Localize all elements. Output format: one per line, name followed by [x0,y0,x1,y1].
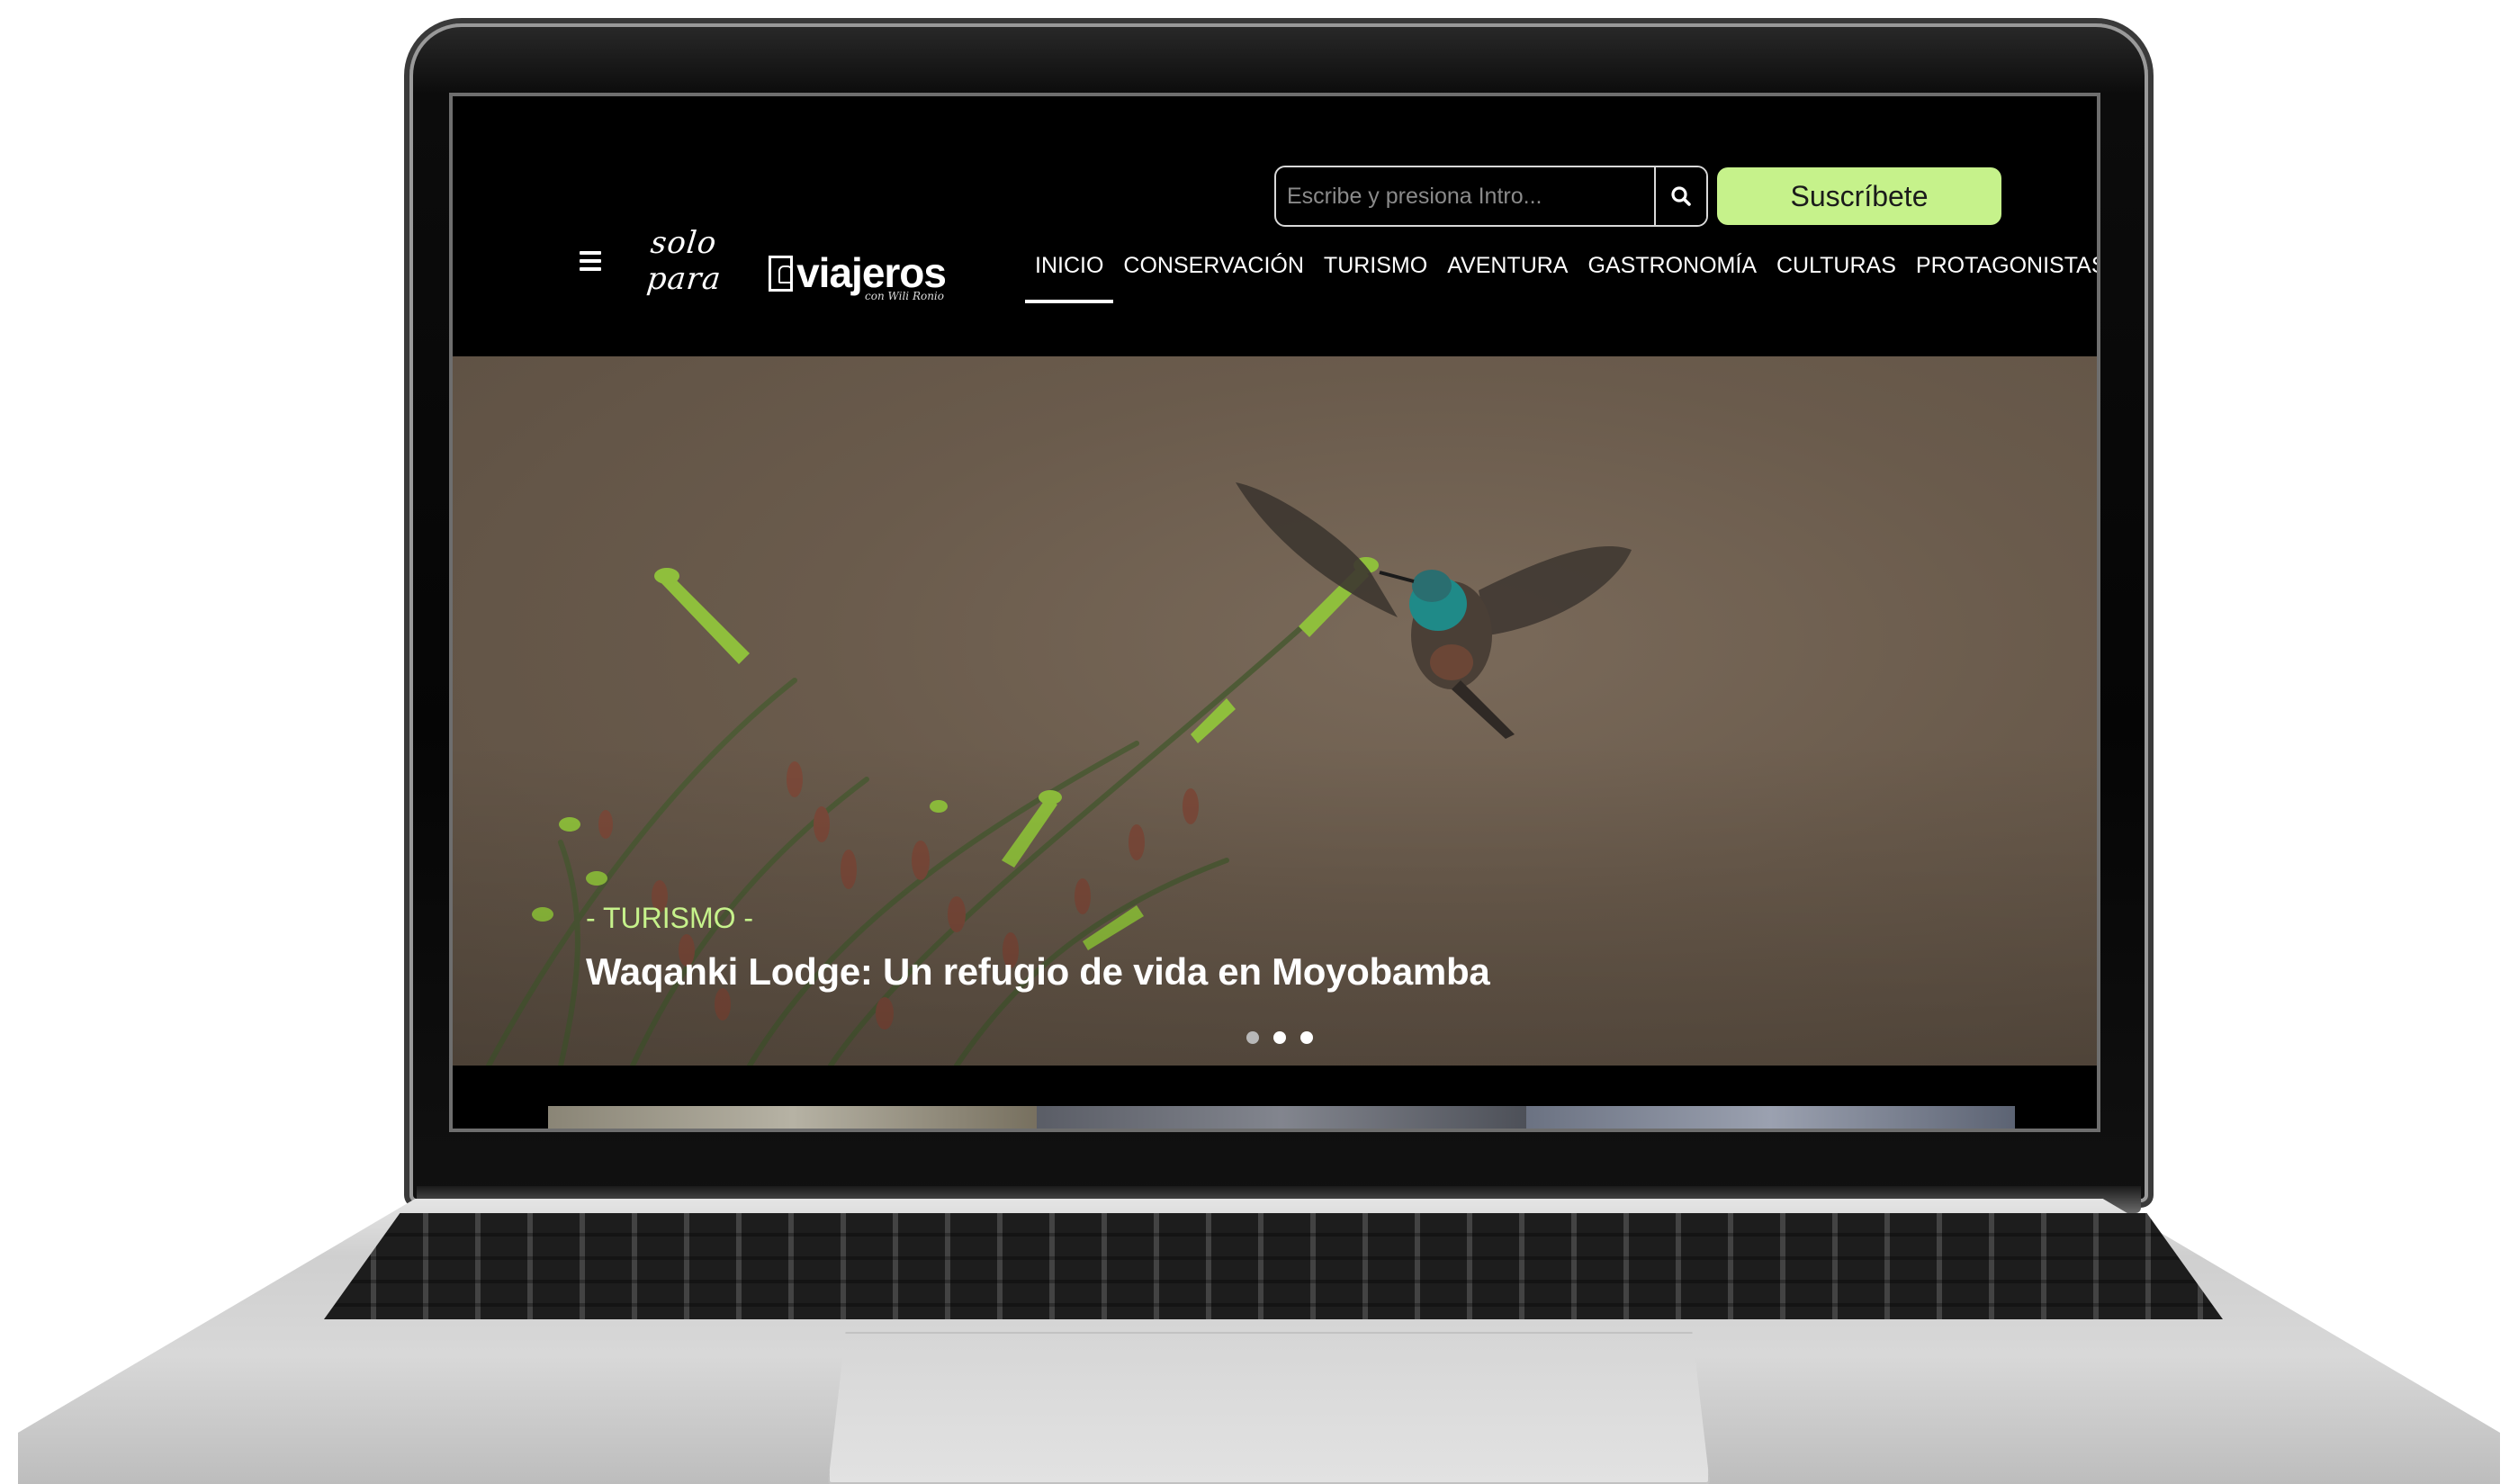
laptop-trackpad [828,1332,1710,1484]
hamburger-menu-icon[interactable] [580,251,601,271]
thumbnail-2[interactable] [1037,1106,1526,1129]
hero-article-title[interactable]: Waqanki Lodge: Un refugio de vida en Moy… [586,950,1490,994]
logo-script-text: solo para [644,225,724,297]
search-input[interactable] [1276,167,1654,225]
hero-slider[interactable]: - TURISMO - Waqanki Lodge: Un refugio de… [453,356,2097,1066]
nav-item-conservacion[interactable]: CONSERVACIÓN [1113,249,1314,303]
main-nav: INICIO CONSERVACIÓN TURISMO AVENTURA GAS… [1025,249,2097,303]
nav-item-gastronomia[interactable]: GASTRONOMÍA [1578,249,1767,303]
nav-item-culturas[interactable]: CULTURAS [1767,249,1906,303]
slider-dot-1[interactable] [1246,1031,1259,1044]
thumbnail-1[interactable] [548,1106,1038,1129]
laptop-screen: Suscríbete solo para viajeros con Wili R… [449,93,2100,1132]
search-icon [1671,186,1691,206]
slider-dot-2[interactable] [1273,1031,1286,1044]
thumbnail-3[interactable] [1525,1106,2015,1129]
article-thumbnails [548,1106,2015,1129]
logo-subtitle: con Wili Ronio [865,290,944,302]
nav-item-inicio[interactable]: INICIO [1025,249,1114,303]
logo-frame-icon [768,256,794,292]
laptop-mockup: Suscríbete solo para viajeros con Wili R… [0,0,2518,1484]
slider-dot-3[interactable] [1300,1031,1313,1044]
nav-item-protagonistas[interactable]: PROTAGONISTAS [1906,249,2097,303]
search-button[interactable] [1654,167,1706,225]
hero-category-label[interactable]: - TURISMO - [586,902,753,935]
slider-pagination [1246,1031,1313,1044]
laptop-keyboard [324,1213,2223,1319]
nav-item-turismo[interactable]: TURISMO [1314,249,1437,303]
site-logo[interactable]: solo para viajeros con Wili Ronio [645,225,947,302]
search-bar [1274,166,1708,227]
subscribe-button[interactable]: Suscríbete [1717,167,2001,225]
site-header: Suscríbete solo para viajeros con Wili R… [453,96,2097,356]
nav-item-aventura[interactable]: AVENTURA [1437,249,1578,303]
